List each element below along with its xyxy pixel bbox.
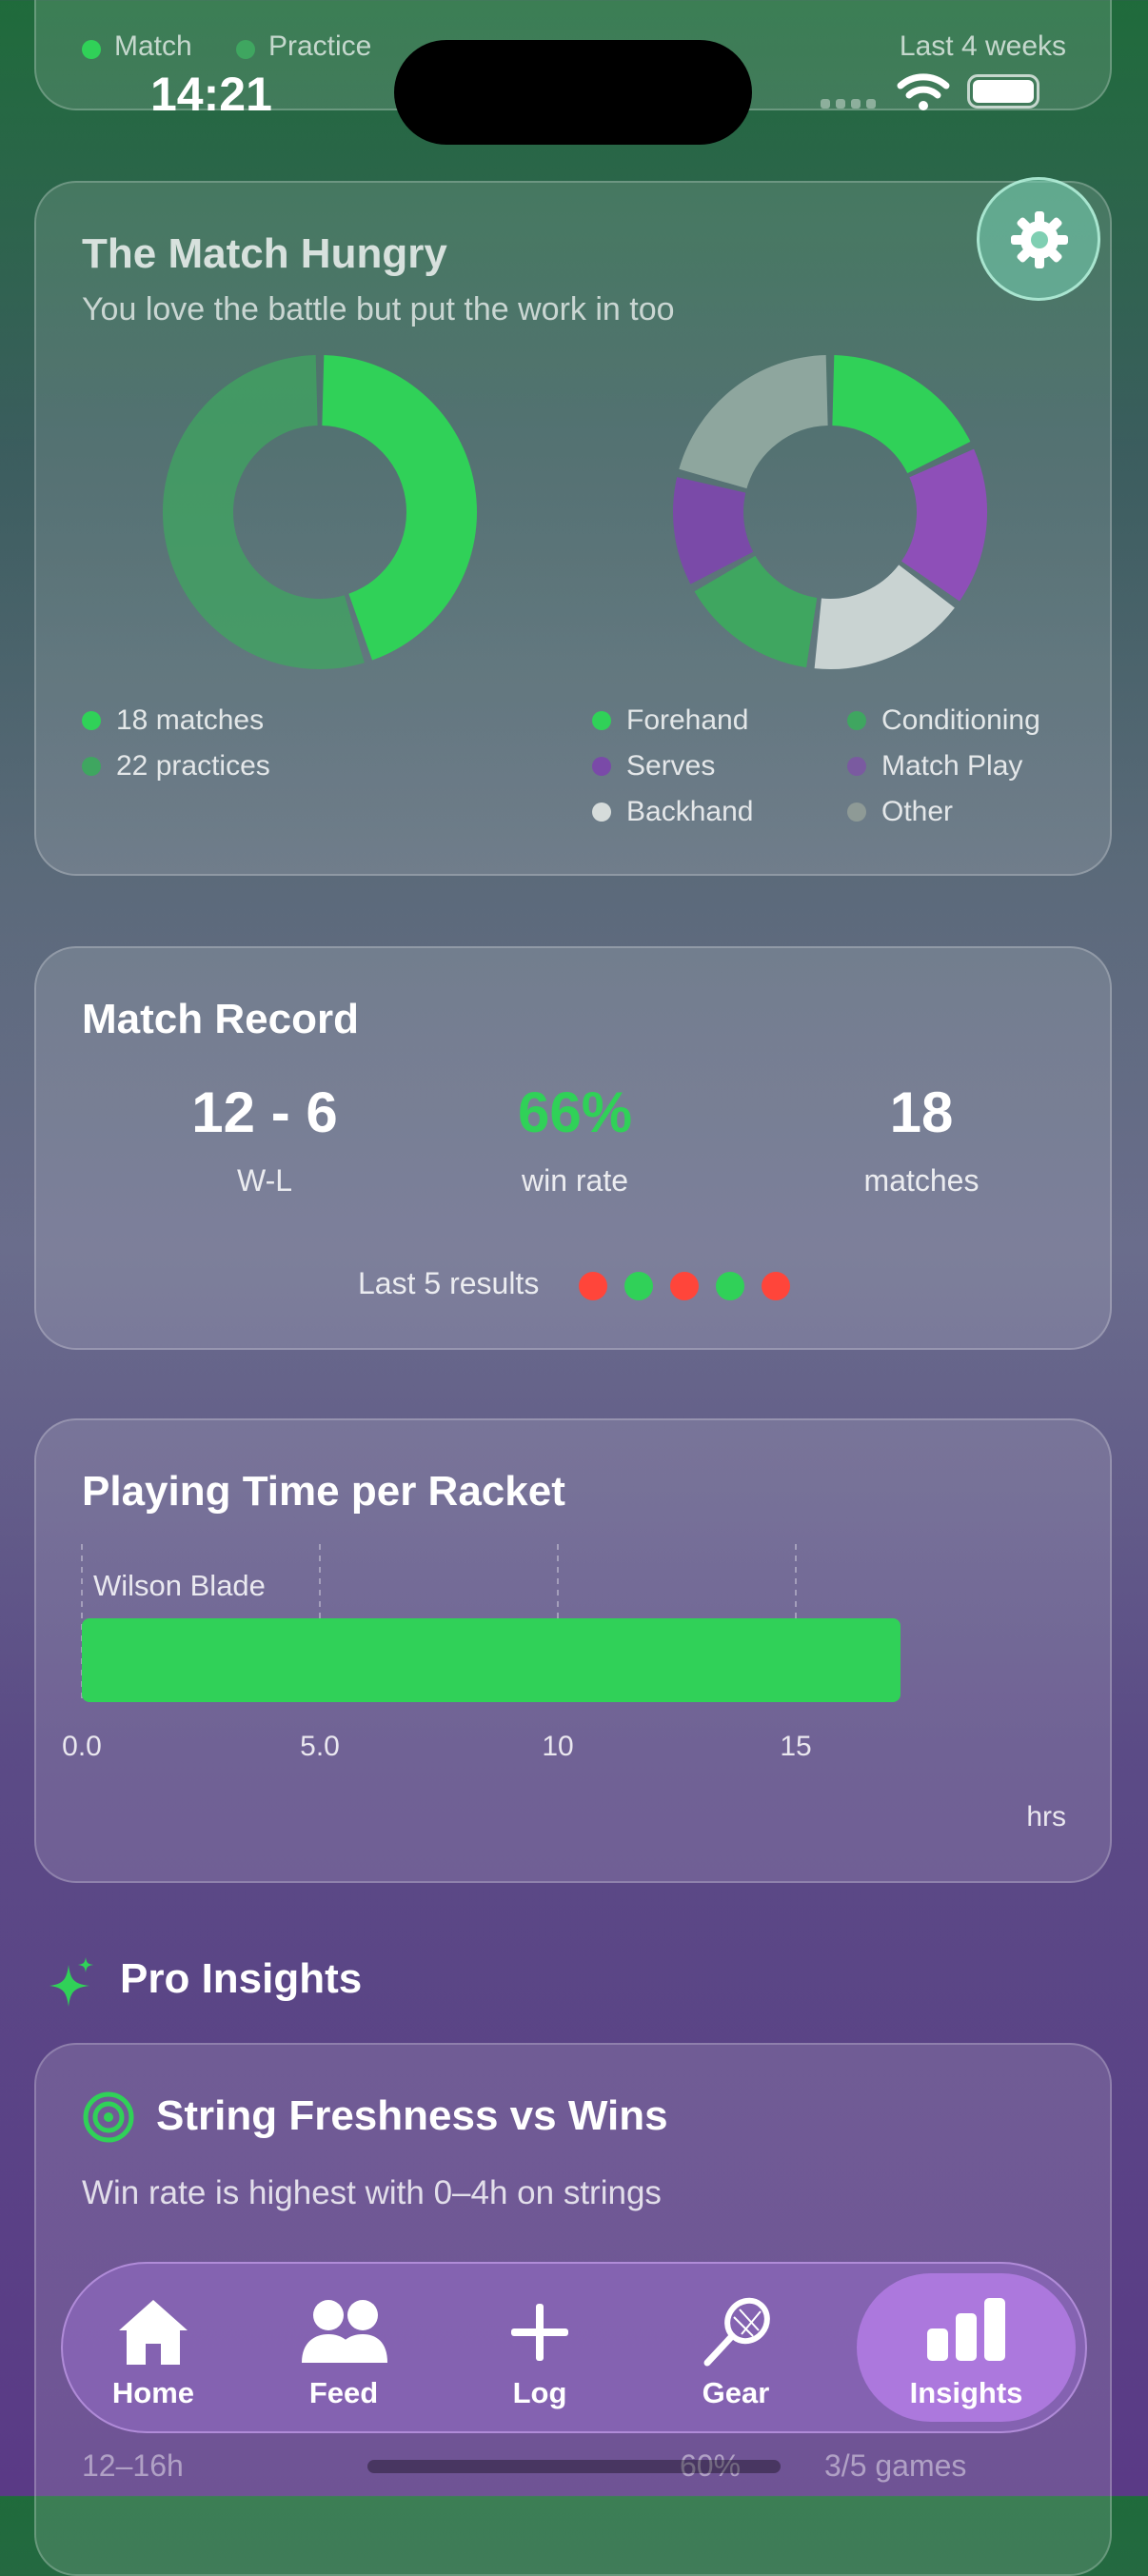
racket-icon [703, 2297, 770, 2367]
home-indicator [367, 2460, 781, 2473]
string-card-title: String Freshness vs Wins [156, 2092, 668, 2139]
unit-label: hrs [1026, 1801, 1066, 1833]
legend-practices-label: 22 practices [116, 750, 270, 782]
last5-results [579, 1272, 790, 1300]
legend-practices: 22 practices [82, 750, 270, 783]
serves-dot [592, 757, 611, 776]
range-label: Last 4 weeks [899, 30, 1066, 62]
legend-matches: 18 matches [82, 704, 264, 737]
tab-log[interactable]: Log [449, 2264, 630, 2431]
win-rate-value: 66% [517, 1080, 633, 1144]
matches-dot [82, 711, 101, 730]
legend-match-play: Match Play [847, 750, 1022, 783]
legend-matches-label: 18 matches [116, 704, 265, 736]
tab-home[interactable]: Home [63, 2264, 244, 2431]
dynamic-island [394, 40, 752, 145]
tab-home-label: Home [111, 2376, 195, 2409]
donut-segment-backhand [814, 564, 955, 669]
racket-bar-chart: 0.0 5.0 10 15 Wilson Blade [62, 1544, 901, 1762]
signal-icon [821, 99, 880, 112]
legend-backhand-label: Backhand [626, 796, 754, 827]
practices-dot [82, 757, 101, 776]
match-record-card: Match Record 12 - 6 W-L 66% win rate 18 … [34, 946, 1112, 1350]
racket-bar [82, 1618, 901, 1702]
string-card-subtitle: Win rate is highest with 0–4h on strings [82, 2174, 662, 2211]
result-dot-loss [579, 1272, 607, 1300]
legend-match-label: Match [114, 30, 192, 62]
x-tick-label: 0.0 [62, 1731, 102, 1762]
battery-icon [967, 74, 1039, 109]
result-dot-loss [670, 1272, 699, 1300]
tab-log-label: Log [512, 2376, 567, 2409]
peek-row-range: 12–16h [82, 2448, 184, 2483]
pro-insights-heading: Pro Insights [120, 1955, 363, 2002]
legend-backhand: Backhand [592, 796, 753, 828]
bar-chart-icon [927, 2298, 1005, 2361]
donut-segment-matches [321, 355, 477, 661]
legend-other-label: Other [881, 796, 954, 827]
win-rate-label: win rate [521, 1163, 629, 1198]
racket-time-card: Playing Time per Racket 0.0 5.0 10 15 Wilson… [34, 1418, 1112, 1883]
profile-card: The Match Hungry You love the battle but… [34, 181, 1112, 876]
result-dot-win [624, 1272, 653, 1300]
backhand-dot [592, 803, 611, 822]
racket-card-title: Playing Time per Racket [82, 1468, 565, 1515]
result-dot-win [716, 1272, 744, 1300]
tab-feed[interactable]: Feed [253, 2264, 434, 2431]
tab-insights[interactable]: Insights [857, 2273, 1076, 2422]
legend-conditioning-label: Conditioning [881, 704, 1040, 736]
legend-conditioning: Conditioning [847, 704, 1040, 737]
wl-value: 12 - 6 [191, 1080, 338, 1144]
legend-practice-label: Practice [268, 30, 372, 62]
x-tick-label: 10 [542, 1731, 573, 1762]
conditioning-dot [847, 711, 866, 730]
last5-label: Last 5 results [358, 1266, 540, 1300]
forehand-dot [592, 711, 611, 730]
matches-label: matches [863, 1163, 980, 1198]
tab-feed-label: Feed [308, 2376, 379, 2409]
profile-title: The Match Hungry [82, 230, 447, 277]
practice-legend-dot [236, 40, 255, 59]
matches-value: 18 [889, 1080, 954, 1144]
donut-segment-other [679, 355, 829, 490]
tab-insights-label: Insights [909, 2376, 1023, 2409]
gear-icon [1011, 211, 1068, 268]
peek-row-games: 3/5 games [824, 2448, 967, 2483]
tab-gear[interactable]: Gear [645, 2264, 826, 2431]
sparkle-icon [49, 1957, 93, 2007]
x-tick-label: 15 [780, 1731, 811, 1762]
status-time: 14:21 [150, 68, 272, 121]
profile-subtitle: You love the battle but put the work in … [82, 291, 675, 327]
legend-serves: Serves [592, 750, 715, 783]
wifi-icon [897, 73, 950, 110]
focus-donut-chart [673, 355, 987, 669]
legend-forehand-label: Forehand [626, 704, 749, 736]
session-donut-chart [163, 355, 477, 669]
plus-icon [511, 2304, 568, 2361]
other-dot [847, 803, 866, 822]
result-dot-loss [762, 1272, 790, 1300]
bar-category-label: Wilson Blade [93, 1569, 266, 1602]
match-legend-dot [82, 40, 101, 59]
tab-bar: Home Feed Log Gear Insights [61, 2262, 1087, 2433]
people-icon [302, 2300, 387, 2363]
legend-forehand: Forehand [592, 704, 748, 737]
tab-gear-label: Gear [702, 2376, 770, 2409]
match-play-dot [847, 757, 866, 776]
legend-serves-label: Serves [626, 750, 716, 782]
home-icon [119, 2300, 188, 2365]
donut-segment-practices [163, 355, 365, 669]
wl-label: W-L [236, 1163, 293, 1198]
donut-segment-forehand [831, 355, 971, 475]
donut-segment-match-play [901, 448, 987, 602]
x-tick-label: 5.0 [300, 1731, 340, 1762]
legend-match-play-label: Match Play [881, 750, 1023, 782]
match-record-title: Match Record [82, 996, 359, 1042]
legend-other: Other [847, 796, 953, 828]
target-icon [83, 2091, 134, 2143]
settings-button[interactable] [977, 177, 1100, 301]
donut-segment-serves [673, 477, 754, 585]
donut-segment-conditioning [694, 554, 819, 668]
